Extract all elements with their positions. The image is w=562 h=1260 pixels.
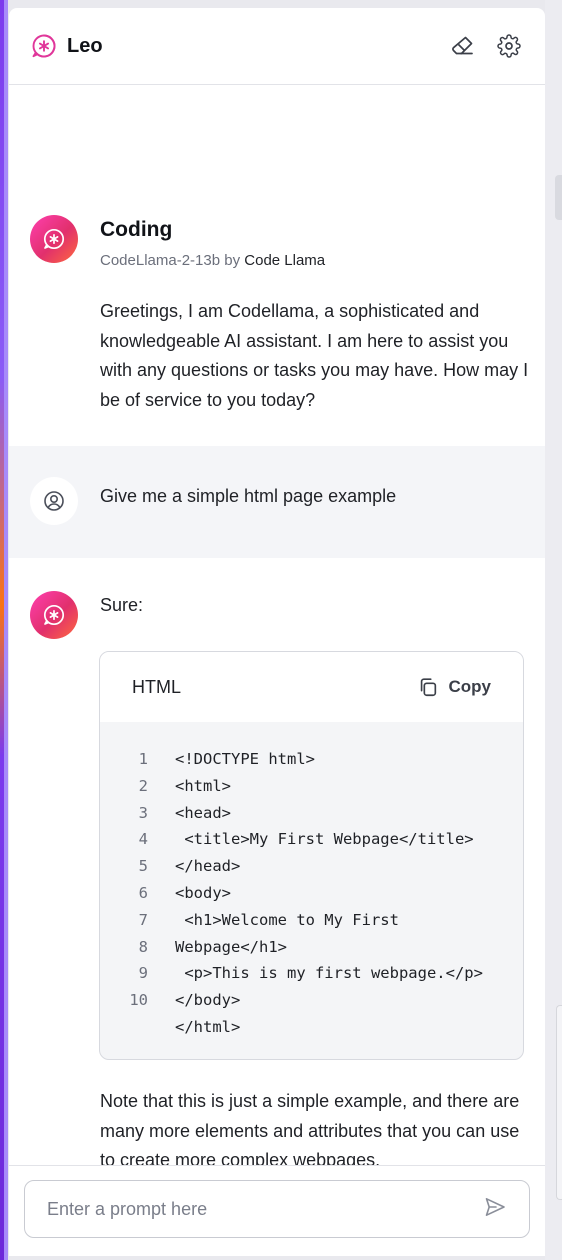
code-text: <!DOCTYPE html> xyxy=(175,750,315,768)
line-number: 7 xyxy=(138,910,148,929)
copy-code-button[interactable]: Copy xyxy=(417,676,492,698)
eraser-icon xyxy=(452,36,473,55)
line-number: 8 xyxy=(138,937,148,956)
code-text: </head> xyxy=(175,857,241,876)
code-line: 3 <head> xyxy=(100,800,523,827)
code-text: <head> xyxy=(175,803,231,822)
prompt-footer xyxy=(9,1165,545,1256)
side-scroll-handle[interactable] xyxy=(555,175,562,220)
code-line: 7 <h1>Welcome to My First xyxy=(100,907,523,934)
assistant-intro-message: Coding CodeLlama-2-13b by Code Llama Gre… xyxy=(9,85,545,446)
line-number: 2 xyxy=(138,776,148,795)
line-number: 6 xyxy=(138,883,148,902)
code-line: </html> xyxy=(100,1014,523,1041)
code-text: <body> xyxy=(175,883,231,902)
response-note-text: Note that this is just a simple example,… xyxy=(100,1091,520,1170)
code-text: <p>This is my first webpage.</p> xyxy=(175,964,483,983)
side-panel-edge xyxy=(556,1005,562,1200)
code-line: 6 <body> xyxy=(100,880,523,907)
code-block: HTML Copy 1 <!DOCTYPE html> 2 <html> 3 <hea… xyxy=(99,651,524,1060)
code-line: 2 <html> xyxy=(100,773,523,800)
code-text: <title>My First Webpage</title> xyxy=(175,830,474,849)
assistant-avatar xyxy=(30,591,78,639)
code-text: </html> xyxy=(175,1017,241,1036)
code-line: 9 <p>This is my first webpage.</p> xyxy=(100,960,523,987)
line-number: 1 xyxy=(138,750,148,768)
by-label: by xyxy=(224,252,241,269)
send-icon xyxy=(485,1197,505,1216)
code-line: 4 <title>My First Webpage</title> xyxy=(100,826,523,853)
model-name: CodeLlama-2-13b xyxy=(100,252,221,269)
erase-conversation-button[interactable] xyxy=(449,32,477,60)
code-text: </body> xyxy=(175,991,241,1010)
code-text: <html> xyxy=(175,776,231,795)
code-line: 10 </body> xyxy=(100,987,523,1014)
line-number: 5 xyxy=(138,857,148,876)
gear-icon xyxy=(497,34,521,58)
response-lead-text: Sure: xyxy=(100,595,144,615)
settings-button[interactable] xyxy=(495,32,523,60)
leo-assistant-icon xyxy=(43,228,65,250)
user-message: Give me a simple html page example xyxy=(9,446,545,558)
line-number: 4 xyxy=(138,830,148,849)
provider-name: Code Llama xyxy=(244,252,326,269)
line-number: 10 xyxy=(129,991,148,1010)
line-number: 3 xyxy=(138,803,148,822)
greeting-text: Greetings, I am Codellama, a sophisticat… xyxy=(100,301,529,410)
user-icon xyxy=(44,491,64,511)
window-edge-left-inner xyxy=(4,0,8,1260)
prompt-box xyxy=(24,1180,530,1238)
code-text: <h1>Welcome to My First xyxy=(175,910,399,929)
leo-assistant-icon xyxy=(43,604,65,626)
code-block-header: HTML Copy xyxy=(100,652,523,722)
bot-model-line: CodeLlama-2-13b by Code Llama xyxy=(100,252,325,269)
send-button[interactable] xyxy=(483,1195,507,1224)
prompt-input[interactable] xyxy=(47,1198,483,1220)
code-language-label: HTML xyxy=(132,676,181,697)
copy-icon xyxy=(420,678,436,697)
assistant-response-message: Sure: HTML Copy 1 <!DOCTYPE html> 2 <html>… xyxy=(9,558,545,1243)
code-line: 5 </head> xyxy=(100,853,523,880)
line-number xyxy=(100,1014,148,1041)
code-text: Webpage</h1> xyxy=(175,937,287,956)
leo-logo-icon xyxy=(32,34,56,58)
chat-header: Leo xyxy=(9,8,545,85)
user-avatar xyxy=(30,477,78,525)
line-number: 9 xyxy=(138,964,148,983)
leo-chat-panel: Leo Coding CodeLlama-2-13b by Code Llama… xyxy=(9,8,545,1256)
code-lines: 1 <!DOCTYPE html> 2 <html> 3 <head> 4 <titl… xyxy=(100,722,523,1041)
copy-label: Copy xyxy=(448,677,492,696)
app-title: Leo xyxy=(67,34,103,57)
bot-name: Coding xyxy=(100,218,173,241)
user-message-text: Give me a simple html page example xyxy=(100,486,397,506)
code-line: 1 <!DOCTYPE html> xyxy=(100,746,523,773)
code-line: 8 Webpage</h1> xyxy=(100,934,523,961)
assistant-avatar xyxy=(30,215,78,263)
